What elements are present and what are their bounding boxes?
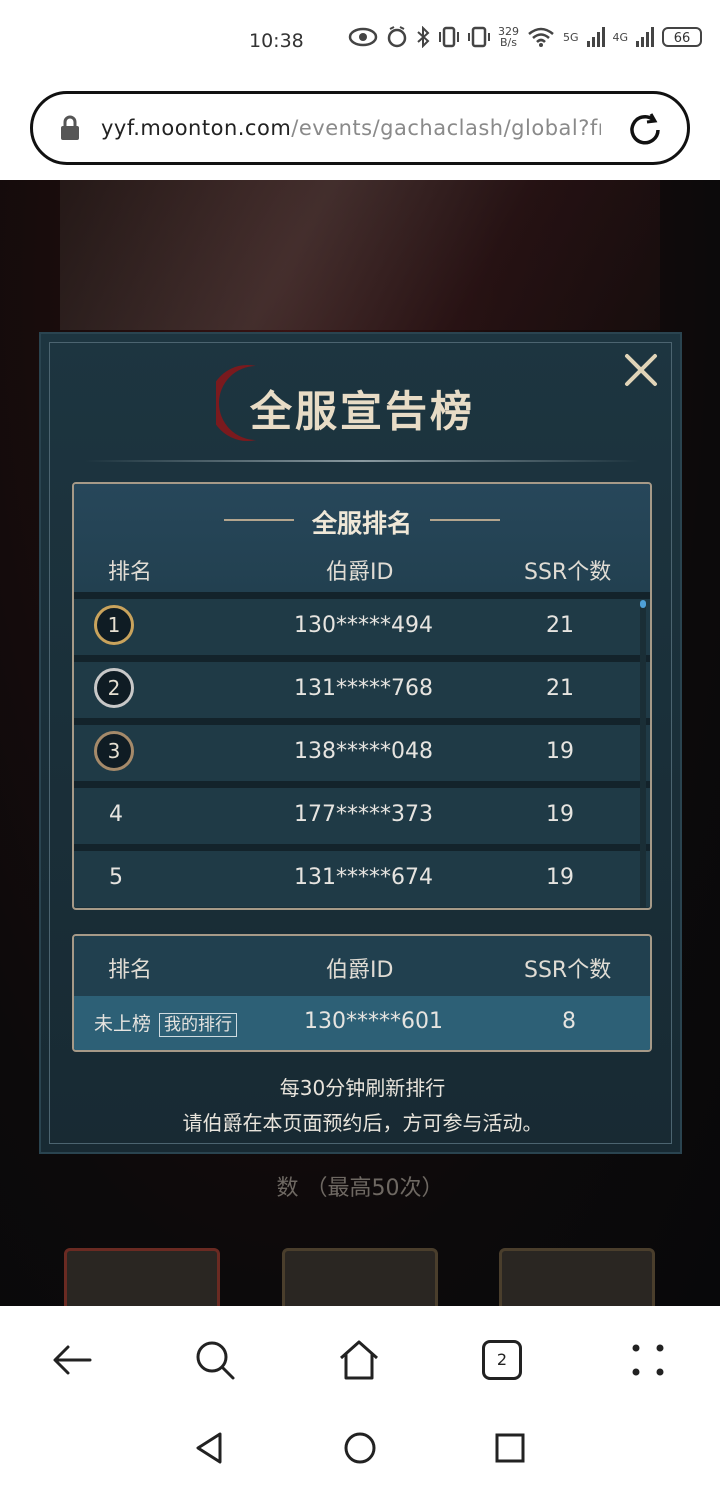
- ranking-row-2: 2 131*****768 21: [74, 655, 650, 718]
- row-id: 131*****768: [294, 676, 433, 701]
- url-path: /events/gachaclash/global?fron: [291, 116, 601, 140]
- row-rank: 4: [109, 802, 123, 827]
- system-home-icon[interactable]: [342, 1430, 378, 1466]
- modal-title: 全服宣告榜: [249, 387, 475, 436]
- row-ssr: 21: [546, 676, 574, 701]
- row-id: 131*****674: [294, 865, 433, 890]
- ranking-row-5: 5 131*****674 19: [74, 844, 650, 907]
- lock-icon: [61, 115, 79, 140]
- my-ranking-row: 未上榜 我的排行 130*****601 8: [74, 996, 650, 1050]
- my-rank-id: 130*****601: [304, 1009, 443, 1034]
- row-ssr: 19: [546, 739, 574, 764]
- more-menu-icon[interactable]: [626, 1338, 670, 1382]
- eye-icon: [348, 27, 378, 47]
- alarm-icon: [387, 26, 407, 48]
- reload-icon[interactable]: [625, 110, 665, 150]
- system-navigation-bar: [0, 1416, 720, 1485]
- url-text[interactable]: yyf.moonton.com/events/gachaclash/global…: [101, 116, 601, 140]
- row-ssr: 21: [546, 613, 574, 638]
- my-ranking-panel: 排名 伯爵ID SSR个数 未上榜 我的排行 130*****601 8: [72, 934, 652, 1052]
- ranking-header: 全服排名 排名 伯爵ID SSR个数: [74, 484, 650, 592]
- signal-label-1: 5G: [563, 30, 579, 44]
- vibrate-icon: [439, 26, 459, 48]
- ranking-row-4: 4 177*****373 19: [74, 781, 650, 844]
- address-bar[interactable]: yyf.moonton.com/events/gachaclash/global…: [30, 91, 690, 165]
- silver-medal-icon: 2: [94, 668, 134, 708]
- my-rank-ssr: 8: [562, 1009, 576, 1034]
- signal-icon: [586, 27, 605, 47]
- scroll-thumb[interactable]: [640, 600, 646, 608]
- ranking-title: 全服排名: [311, 509, 412, 538]
- background-cards: [0, 1248, 720, 1306]
- search-icon[interactable]: [193, 1338, 237, 1382]
- my-rank-cell: 未上榜 我的排行: [94, 1009, 238, 1037]
- row-ssr: 19: [546, 802, 574, 827]
- my-rank-status: 未上榜: [94, 1013, 152, 1035]
- column-rank: 排名: [108, 560, 153, 585]
- global-ranking-panel: 全服排名 排名 伯爵ID SSR个数 1 130*****494 21 2 13…: [72, 482, 652, 910]
- bluetooth-icon: [417, 26, 430, 48]
- column-ssr: SSR个数: [524, 560, 612, 585]
- my-rank-tag: 我的排行: [159, 1013, 238, 1037]
- reservation-note: 请伯爵在本页面预约后，方可参与活动。: [182, 1111, 543, 1135]
- title-divider: [85, 460, 639, 462]
- net-speed-unit: B/s: [500, 36, 517, 49]
- background-card: [499, 1248, 655, 1306]
- ranking-row-3: 3 138*****048 19: [74, 718, 650, 781]
- row-rank: 5: [109, 865, 123, 890]
- row-id: 130*****494: [294, 613, 433, 638]
- status-bar: 10:38 329 B/s 5G 4G 66: [0, 0, 720, 86]
- nfc-icon: [468, 26, 490, 48]
- bronze-medal-icon: 3: [94, 731, 134, 771]
- net-speed: 329 B/s: [498, 26, 519, 48]
- signal-icon-2: [636, 27, 655, 47]
- battery-indicator: 66: [662, 27, 703, 47]
- home-icon[interactable]: [337, 1338, 381, 1382]
- background-artwork: [60, 180, 660, 330]
- status-icons: 329 B/s 5G 4G 66: [348, 26, 703, 48]
- wifi-icon: [528, 27, 554, 47]
- gold-medal-icon: 1: [94, 605, 134, 645]
- background-text: 数 （最高50次）: [276, 1176, 444, 1201]
- row-ssr: 19: [546, 865, 574, 890]
- leaderboard-modal: 全服宣告榜 全服排名 排名 伯爵ID SSR个数 1 130*****494 2…: [39, 332, 682, 1154]
- browser-toolbar: 2: [0, 1306, 720, 1416]
- column-id: 伯爵ID: [326, 560, 394, 585]
- column-rank: 排名: [108, 958, 153, 983]
- background-card: [64, 1248, 220, 1306]
- ranking-row-1: 1 130*****494 21: [74, 592, 650, 655]
- my-ranking-header: 排名 伯爵ID SSR个数: [74, 936, 650, 996]
- url-domain: yyf.moonton.com: [101, 116, 292, 140]
- system-back-icon[interactable]: [192, 1430, 228, 1466]
- system-recents-icon[interactable]: [492, 1430, 528, 1466]
- tabs-count-button[interactable]: 2: [482, 1340, 522, 1380]
- back-arrow-icon[interactable]: [50, 1338, 94, 1382]
- ranking-scrollbar[interactable]: [640, 600, 646, 908]
- title-ornament-right: [430, 519, 500, 521]
- column-ssr: SSR个数: [524, 958, 612, 983]
- row-id: 138*****048: [294, 739, 433, 764]
- column-id: 伯爵ID: [326, 958, 394, 983]
- background-card: [282, 1248, 438, 1306]
- signal-label-2: 4G: [612, 30, 629, 44]
- refresh-note: 每30分钟刷新排行: [279, 1076, 446, 1100]
- row-id: 177*****373: [294, 802, 433, 827]
- status-time: 10:38: [249, 30, 304, 52]
